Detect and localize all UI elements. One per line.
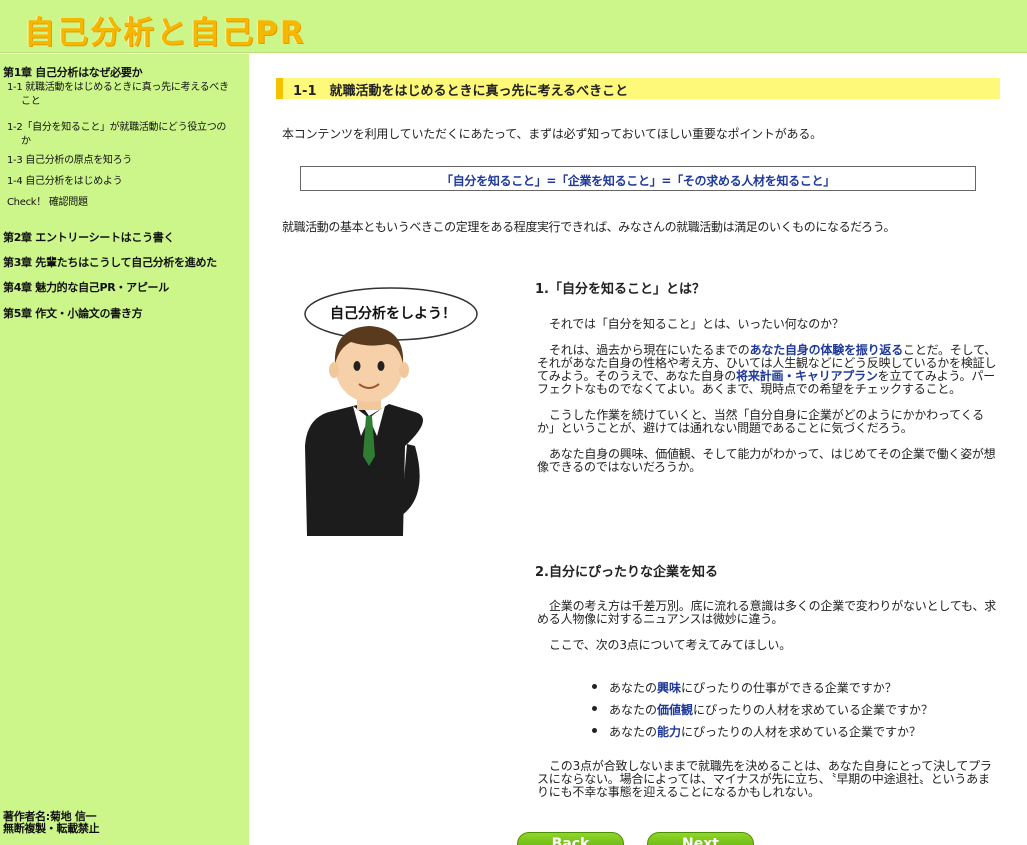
section2-body: 企業の考え方は千差万別。底に流れる意識は多くの企業で変わりがないとしても、求める…	[537, 600, 999, 665]
site-header: 自己分析と自己PR	[0, 0, 1027, 53]
author-credit: 著作者名:菊地 信一 無断複製・転載禁止	[3, 811, 100, 835]
question-list: あなたの興味にぴったりの仕事ができる企業ですか？ あなたの価値観にぴったりの人材…	[589, 679, 933, 745]
bullet-post: にぴったりの仕事ができる企業ですか？	[681, 681, 897, 695]
nav-chapter-1[interactable]: 第1章 自己分析はなぜ必要か	[3, 64, 143, 80]
nav-chapter-5[interactable]: 第5章 作文・小論文の書き方	[3, 305, 143, 321]
bullet-pre: あなたの	[609, 703, 658, 717]
bullet-post: にぴったりの人材を求めている企業ですか？	[693, 703, 934, 717]
nav-item-1-2-line2: か	[21, 136, 31, 147]
nav-item-1-1-line2: こと	[21, 96, 41, 107]
list-item: あなたの価値観にぴったりの人材を求めている企業ですか？	[589, 701, 933, 723]
site-title[interactable]: 自己分析と自己PR	[24, 7, 306, 52]
speech-bubble-text: 自己分析をしよう！	[330, 306, 456, 322]
section1-p2: それは、過去から現在にいたるまでのあなた自身の体験を振り返ることだ。そして、それ…	[537, 344, 999, 396]
nav-item-1-2-line1: 1-2「自分を知ること」が就職活動にどう役立つの	[7, 122, 227, 133]
businessman-illustration: 自己分析をしよう！	[303, 286, 513, 536]
nav-item-1-4[interactable]: 1-4 自己分析をはじめよう	[7, 175, 245, 189]
section-title: 1-1 就職活動をはじめるときに真っ先に考えるべきこと	[276, 78, 1000, 99]
section1-p3: こうした作業を続けていくと、当然「自分自身に企業がどのようにかかわってくるか」と…	[537, 408, 984, 435]
section1-body: それでは「自分を知ること」とは、いったい何なのか？ それは、過去から現在にいたる…	[537, 318, 999, 487]
back-button[interactable]: Back	[517, 832, 624, 845]
section2-p2: ここで、次の3点について考えてみてほしい。	[549, 638, 791, 652]
nav-item-1-3-line1: 1-3 自己分析の原点を知ろう	[7, 155, 133, 166]
section1-p4: あなた自身の興味、価値観、そして能力がわかって、はじめてその企業で働く姿が想像で…	[537, 447, 996, 474]
nav-item-1-3[interactable]: 1-3 自己分析の原点を知ろう	[7, 154, 245, 168]
section1-p2-a: それは、過去から現在にいたるまでの	[549, 343, 750, 357]
nav-item-1-1-line1: 1-1 就職活動をはじめるときに真っ先に考えるべき	[7, 82, 229, 93]
section2-conclusion: この3点が合致しないままで就職先を決めることは、あなた自身にとって決してプラスに…	[537, 760, 999, 812]
highlight-experience: あなた自身の体験を振り返る	[749, 343, 904, 357]
sidebar-nav: 第1章 自己分析はなぜ必要か 1-1 就職活動をはじめるときに真っ先に考えるべき…	[0, 54, 249, 845]
section2-heading: 2.自分にぴったりな企業を知る	[535, 565, 718, 580]
highlight-values: 価値観	[657, 703, 694, 717]
section1-p1: それでは「自分を知ること」とは、いったい何なのか？	[549, 317, 844, 331]
highlight-interest: 興味	[657, 681, 682, 695]
nav-item-1-4-line1: 1-4 自己分析をはじめよう	[7, 176, 123, 187]
section2-p3: この3点が合致しないままで就職先を決めることは、あなた自身にとって決してプラスに…	[537, 759, 992, 799]
nav-chapter-4[interactable]: 第4章 魅力的な自己PR・アピール	[3, 279, 169, 295]
nav-item-1-2[interactable]: 1-2「自分を知ること」が就職活動にどう役立つの か	[7, 121, 245, 149]
theorem-box: 「自分を知ること」=「企業を知ること」=「その求める人材を知ること」	[300, 166, 976, 191]
section1-heading: 1.「自分を知ること」とは？	[535, 282, 705, 297]
bullet-pre: あなたの	[609, 725, 658, 739]
list-item: あなたの能力にぴったりの人材を求めている企業ですか？	[589, 723, 933, 745]
nav-chapter-2[interactable]: 第2章 エントリーシートはこう書く	[3, 229, 174, 245]
summary-text: 就職活動の基本ともいうべきこの定理をある程度実行できれば、みなさんの就職活動は満…	[282, 220, 896, 234]
bullet-post: にぴったりの人材を求めている企業ですか？	[681, 725, 922, 739]
next-button[interactable]: Next	[647, 832, 754, 845]
nav-item-1-1[interactable]: 1-1 就職活動をはじめるときに真っ先に考えるべき こと	[7, 81, 245, 109]
bullet-pre: あなたの	[609, 681, 658, 695]
highlight-ability: 能力	[657, 725, 682, 739]
intro-text: 本コンテンツを利用していただくにあたって、まずは必ず知っておいてほしい重要なポイ…	[282, 127, 822, 141]
highlight-career-plan: 将来計画・キャリアプラン	[736, 369, 878, 383]
copyright-notice: 無断複製・転載禁止	[3, 822, 100, 835]
nav-item-check[interactable]: Check！ 確認問題	[7, 196, 245, 210]
nav-item-check-line1: Check！ 確認問題	[7, 197, 88, 208]
nav-chapter-3[interactable]: 第3章 先輩たちはこうして自己分析を進めた	[3, 254, 217, 270]
list-item: あなたの興味にぴったりの仕事ができる企業ですか？	[589, 679, 933, 701]
section2-p1: 企業の考え方は千差万別。底に流れる意識は多くの企業で変わりがないとしても、求める…	[537, 599, 997, 626]
main-content: 1-1 就職活動をはじめるときに真っ先に考えるべきこと 本コンテンツを利用してい…	[249, 54, 1027, 845]
